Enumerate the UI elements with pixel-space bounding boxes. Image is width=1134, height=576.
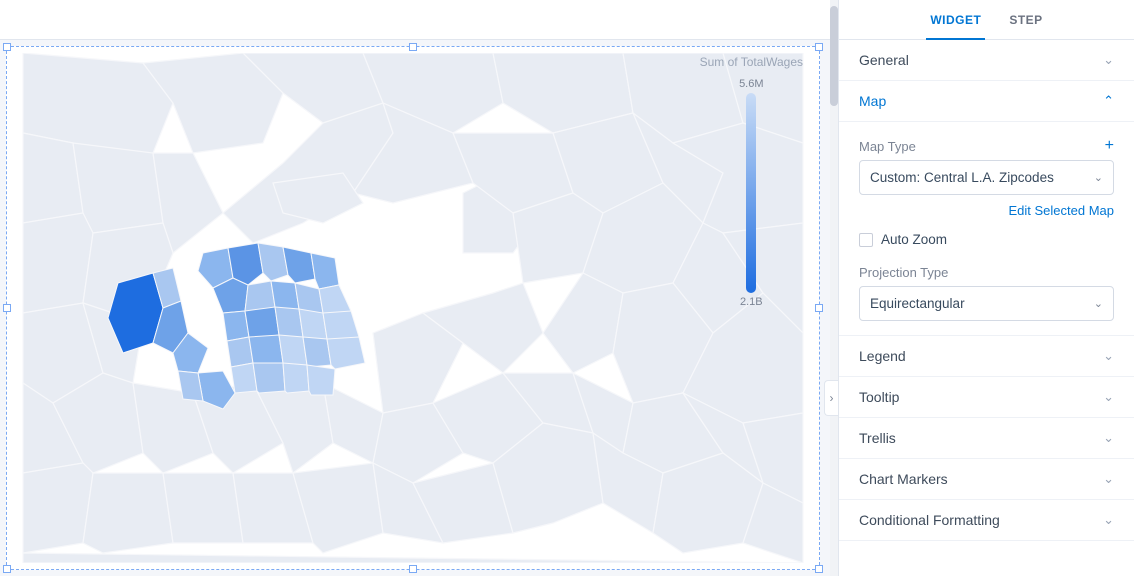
map-legend: Sum of TotalWages 5.6M 2.1B (700, 55, 803, 311)
section-conditional-formatting[interactable]: Conditional Formatting (839, 500, 1134, 541)
auto-zoom-label: Auto Zoom (881, 232, 947, 247)
legend-min: 2.1B (740, 296, 763, 308)
projection-type-label: Projection Type (859, 265, 948, 280)
map-type-select[interactable]: Custom: Central L.A. Zipcodes (859, 160, 1114, 195)
sidebar-tabs: WIDGET STEP (839, 0, 1134, 40)
chevron-down-icon (1103, 471, 1114, 487)
section-trellis-label: Trellis (859, 430, 896, 446)
section-conditional-formatting-label: Conditional Formatting (859, 512, 1000, 528)
chevron-down-icon (1103, 430, 1114, 446)
section-chart-markers[interactable]: Chart Markers (839, 459, 1134, 500)
properties-sidebar: WIDGET STEP General Map Map Type + Custo… (838, 0, 1134, 576)
projection-type-value: Equirectangular (870, 296, 965, 311)
collapse-sidebar-button[interactable] (824, 380, 838, 416)
app-root: Sum of TotalWages 5.6M 2.1B WIDGET STEP (0, 0, 1134, 576)
canvas-scrollbar[interactable] (830, 0, 838, 576)
chevron-down-icon (1103, 512, 1114, 528)
edit-selected-map-link[interactable]: Edit Selected Map (859, 203, 1114, 218)
map-type-value: Custom: Central L.A. Zipcodes (870, 170, 1054, 185)
resize-handle-right-mid[interactable] (815, 304, 823, 312)
map-section-body: Map Type + Custom: Central L.A. Zipcodes… (839, 122, 1134, 336)
legend-max: 5.6M (739, 78, 763, 90)
section-map-label: Map (859, 93, 886, 109)
projection-type-select[interactable]: Equirectangular (859, 286, 1114, 321)
section-tooltip-label: Tooltip (859, 389, 899, 405)
legend-title: Sum of TotalWages (700, 55, 803, 69)
section-trellis[interactable]: Trellis (839, 418, 1134, 459)
section-chart-markers-label: Chart Markers (859, 471, 948, 487)
section-general-label: General (859, 52, 909, 68)
resize-handle-left-mid[interactable] (3, 304, 11, 312)
map-widget-frame[interactable]: Sum of TotalWages 5.6M 2.1B (6, 46, 820, 570)
add-map-type-button[interactable]: + (1105, 138, 1114, 154)
accordion: General Map Map Type + Custom: Central L… (839, 40, 1134, 541)
section-map[interactable]: Map (839, 81, 1134, 122)
map-type-label: Map Type (859, 139, 916, 154)
auto-zoom-row[interactable]: Auto Zoom (859, 232, 1114, 247)
chevron-down-icon (1103, 389, 1114, 405)
choropleth-map (13, 53, 813, 563)
section-tooltip[interactable]: Tooltip (839, 377, 1134, 418)
tab-widget[interactable]: WIDGET (926, 1, 985, 39)
resize-handle-bottom-right[interactable] (815, 565, 823, 573)
scroll-thumb[interactable] (830, 6, 838, 106)
section-legend[interactable]: Legend (839, 336, 1134, 377)
auto-zoom-checkbox[interactable] (859, 233, 873, 247)
canvas-area: Sum of TotalWages 5.6M 2.1B (0, 40, 830, 576)
section-general[interactable]: General (839, 40, 1134, 81)
resize-handle-top-right[interactable] (815, 43, 823, 51)
resize-handle-bottom-left[interactable] (3, 565, 11, 573)
chevron-up-icon (1103, 93, 1114, 109)
resize-handle-bottom-mid[interactable] (409, 565, 417, 573)
main-area: Sum of TotalWages 5.6M 2.1B (0, 0, 830, 576)
map-type-field: Map Type + (859, 138, 1114, 154)
chevron-right-icon (830, 391, 834, 405)
section-legend-label: Legend (859, 348, 906, 364)
chevron-down-icon (1094, 297, 1103, 310)
resize-handle-top-mid[interactable] (409, 43, 417, 51)
top-toolbar (0, 0, 830, 40)
map-chart[interactable]: Sum of TotalWages 5.6M 2.1B (13, 53, 813, 563)
tab-step[interactable]: STEP (1005, 1, 1046, 39)
projection-type-field: Projection Type (859, 265, 1114, 280)
legend-gradient (746, 93, 756, 293)
chevron-down-icon (1103, 348, 1114, 364)
chevron-down-icon (1094, 171, 1103, 184)
chevron-down-icon (1103, 52, 1114, 68)
resize-handle-top-left[interactable] (3, 43, 11, 51)
